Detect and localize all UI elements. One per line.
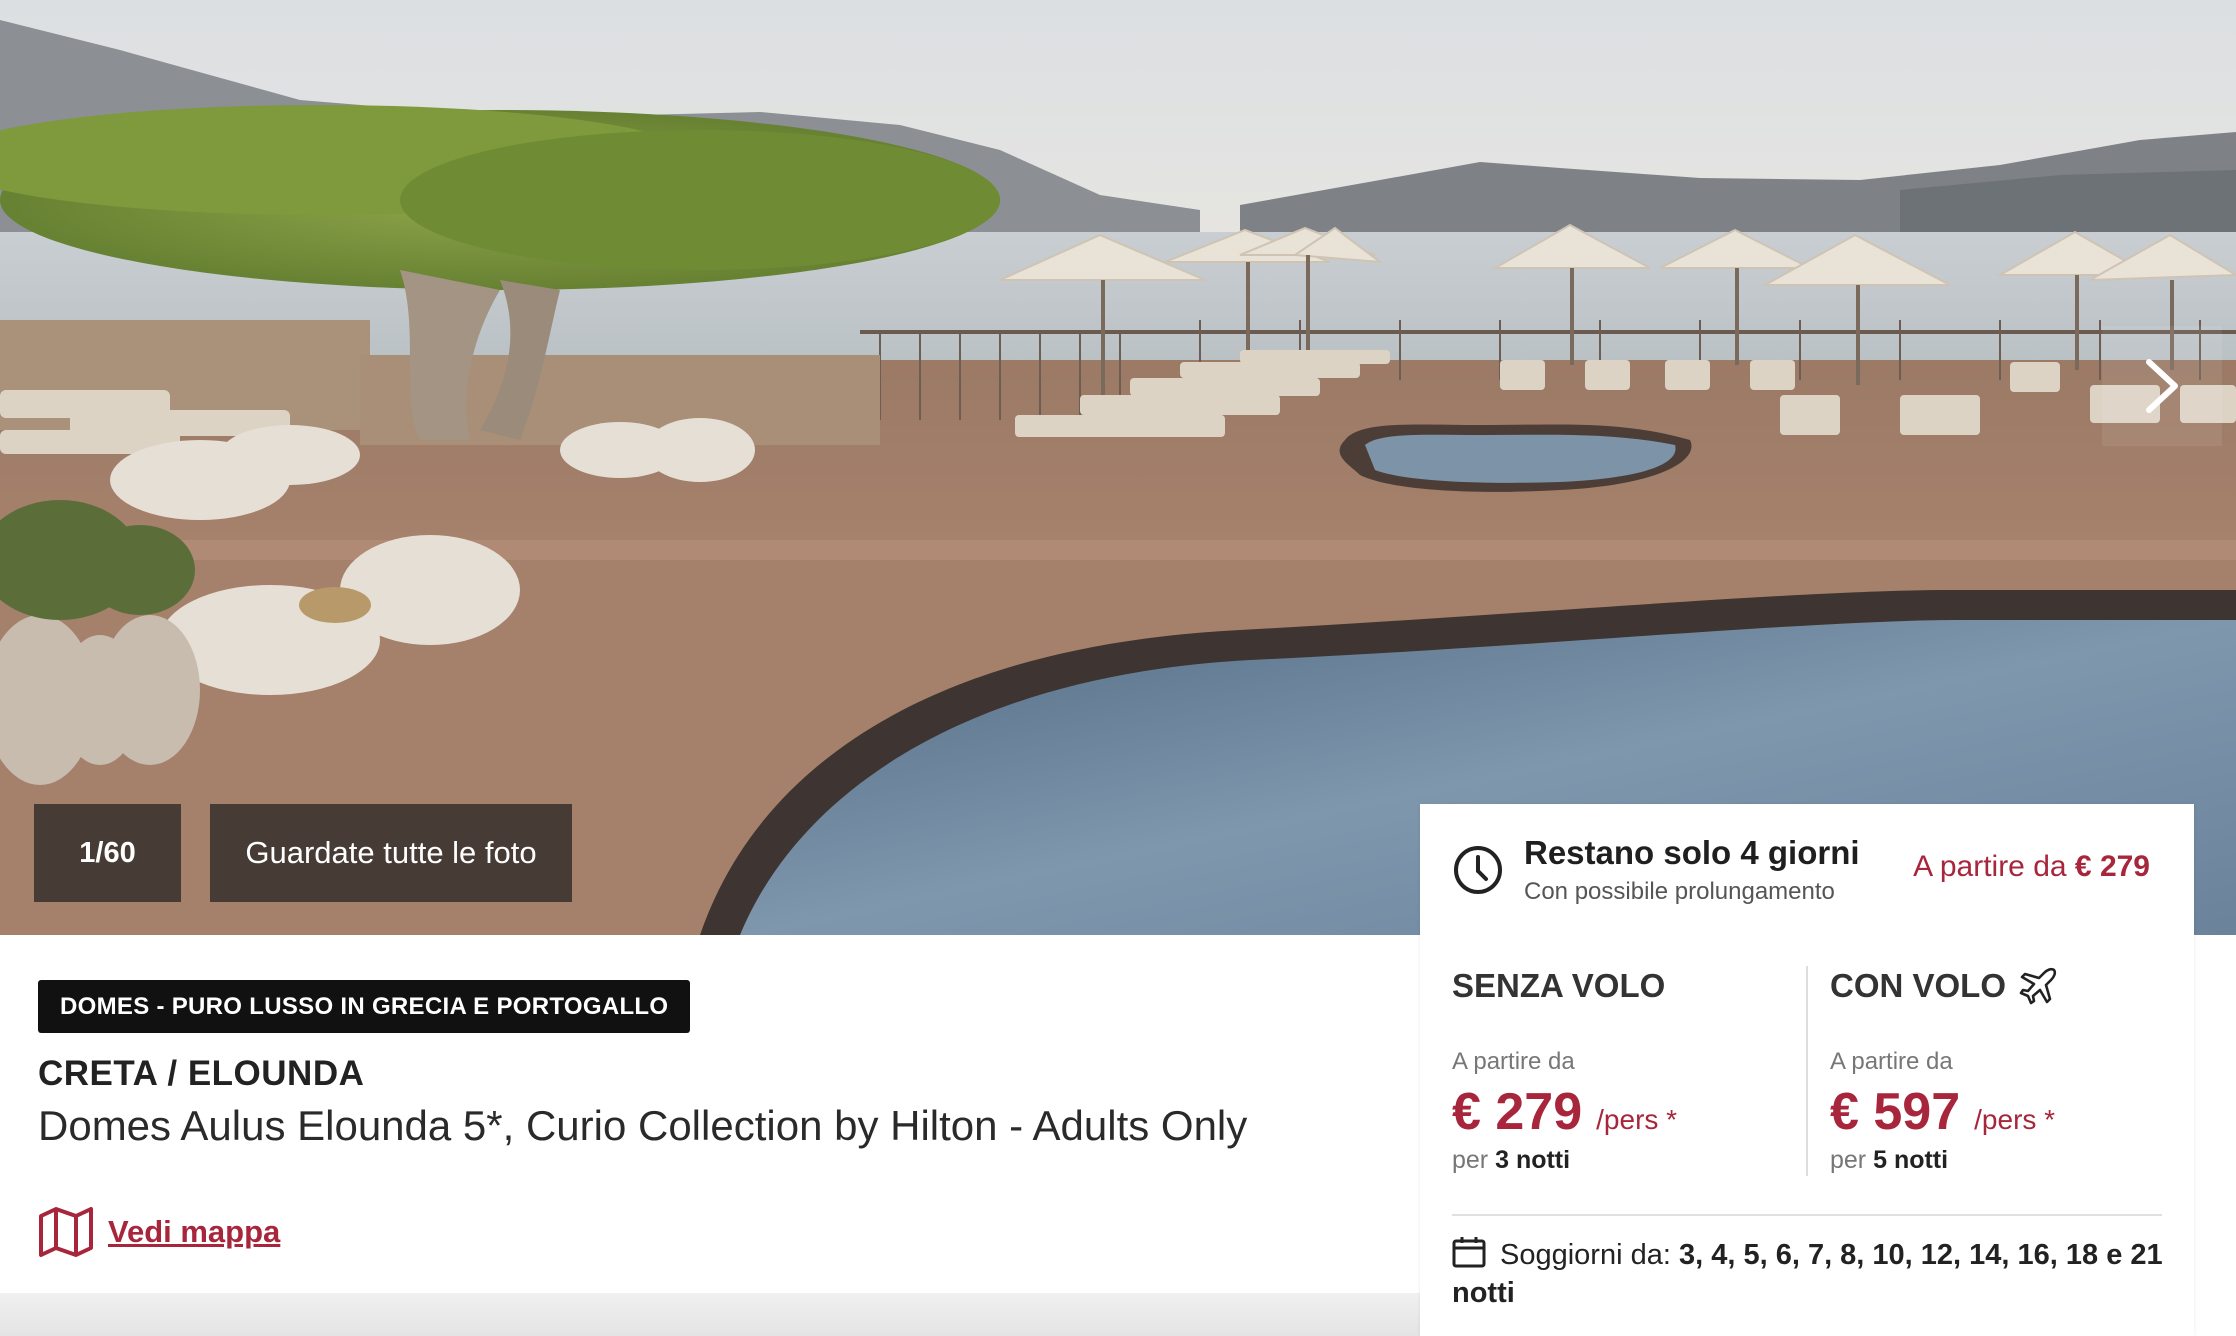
booking-panel: Restano solo 4 giorni Con possibile prol… [1420, 804, 2194, 1336]
chevron-right-icon [2146, 359, 2178, 413]
option-price: € 279 /pers * [1452, 1082, 1792, 1142]
hotel-pool-photo [0, 0, 2236, 935]
option-from-label: A partire da [1452, 1048, 1575, 1075]
hero-photo[interactable]: 1/60 Guardate tutte le foto [0, 0, 2236, 935]
view-map-link[interactable]: Vedi mappa [38, 1206, 280, 1258]
option-price-per: /pers * [1974, 1104, 2056, 1135]
option-price-per: /pers * [1596, 1104, 1678, 1135]
option-price-amount: € 597 [1830, 1083, 1961, 1141]
calendar-icon [1452, 1237, 1486, 1268]
option-nights: per 5 notti [1830, 1146, 2170, 1175]
starting-price-label: A partire da [1913, 850, 2067, 883]
option-nights-prefix: per [1452, 1146, 1489, 1174]
option-title: CON VOLO [1830, 964, 2170, 1008]
next-photo-button[interactable] [2102, 326, 2222, 446]
offer-extension-note: Con possibile prolungamento [1524, 878, 1835, 905]
photo-counter: 1/60 [34, 804, 181, 902]
option-with-flight[interactable]: CON VOLO A partire da € 597 /pers * per … [1830, 964, 2170, 1175]
option-nights-value: 3 notti [1495, 1146, 1571, 1174]
hotel-name: Domes Aulus Elounda 5*, Curio Collection… [38, 1102, 1248, 1149]
clock-icon [1454, 846, 1502, 894]
plane-icon [2019, 967, 2057, 1005]
option-title-text: CON VOLO [1830, 967, 2007, 1004]
option-title: SENZA VOLO [1452, 964, 1792, 1008]
option-from-label: A partire da [1830, 1048, 1953, 1075]
option-nights-value: 5 notti [1873, 1146, 1949, 1174]
option-divider [1806, 966, 1808, 1176]
hotel-location: CRETA / ELOUNDA [38, 1054, 365, 1093]
option-without-flight[interactable]: SENZA VOLO A partire da € 279 /pers * pe… [1452, 964, 1792, 1175]
offer-remaining-days: Restano solo 4 giorni [1524, 834, 1860, 871]
starting-price-value: € 279 [2074, 850, 2150, 883]
section-divider-strip [0, 1293, 1420, 1336]
option-price: € 597 /pers * [1830, 1082, 2170, 1142]
panel-divider [1452, 1214, 2162, 1216]
brand-tag: DOMES - PURO LUSSO IN GRECIA E PORTOGALL… [38, 980, 691, 1033]
view-map-label[interactable]: Vedi mappa [108, 1214, 280, 1250]
map-icon [39, 1207, 93, 1257]
option-nights: per 3 notti [1452, 1146, 1792, 1175]
stay-durations-label: Soggiorni da: [1500, 1239, 1671, 1271]
option-price-amount: € 279 [1452, 1083, 1583, 1141]
option-title-text: SENZA VOLO [1452, 967, 1666, 1004]
view-all-photos-button[interactable]: Guardate tutte le foto [210, 804, 572, 902]
stay-durations: Soggiorni da: 3, 4, 5, 6, 7, 8, 10, 12, … [1452, 1236, 2172, 1312]
starting-price: A partire da € 279 [1913, 850, 2150, 884]
option-nights-prefix: per [1830, 1146, 1867, 1174]
